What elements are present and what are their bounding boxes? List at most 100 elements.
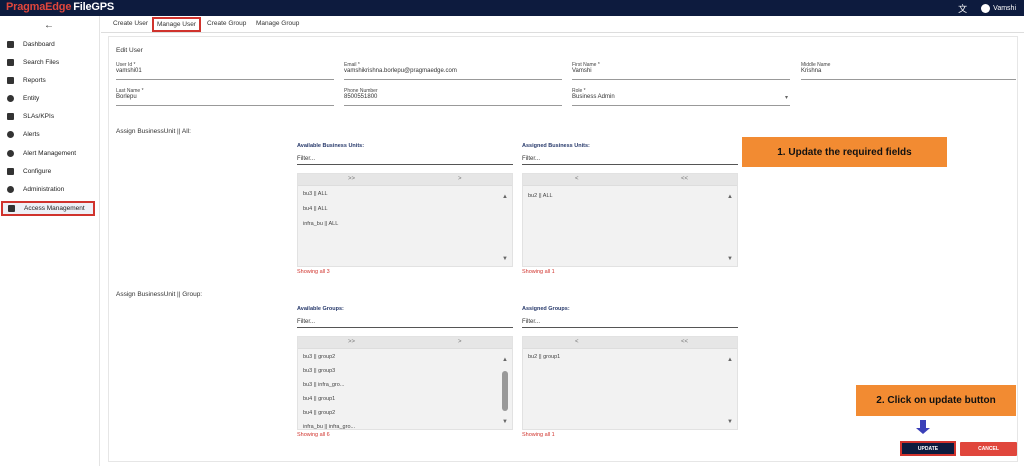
move-left-button[interactable]: < (575, 176, 579, 182)
available-bu-title: Available Business Units: (297, 143, 365, 149)
sidebar-item-alerts[interactable]: Alerts (0, 127, 100, 142)
list-icon (7, 113, 14, 120)
sidebar-item-reports[interactable]: Reports (0, 73, 100, 88)
arrow-down-icon (916, 420, 930, 434)
middle-name-field[interactable]: Middle Name Krishna (801, 62, 1016, 80)
bell-icon (7, 131, 14, 138)
assigned-groups-list: < << bu2 || group1 ▲ ▼ (522, 336, 738, 430)
field-value: 8500551800 (344, 94, 378, 100)
list-item[interactable]: infra_bu || ALL (303, 221, 338, 227)
tab-create-user[interactable]: Create User (113, 20, 148, 27)
scroll-up-icon[interactable]: ▲ (502, 357, 508, 363)
sidebar-item-administration[interactable]: Administration (0, 182, 100, 197)
assigned-bu-filter[interactable]: Filter... (522, 156, 738, 165)
group-section-title: Assign BusinessUnit || Group: (116, 291, 203, 298)
list-item[interactable]: bu2 || group1 (528, 354, 560, 360)
field-value: Vamshi (572, 68, 592, 74)
sidebar-item-label: Entity (23, 95, 40, 102)
sidebar-item-configure[interactable]: Configure (0, 164, 100, 179)
last-name-field[interactable]: Last Name * Borlepu (116, 88, 334, 106)
available-groups-list: >> > bu3 || group2 bu3 || group3 bu3 || … (297, 336, 513, 430)
sidebar: ← Dashboard Search Files Reports Entity … (0, 16, 100, 466)
phone-number-field[interactable]: Phone Number 8500551800 (344, 88, 562, 106)
list-item[interactable]: bu3 || group3 (303, 368, 335, 374)
scroll-down-icon[interactable]: ▼ (727, 256, 733, 262)
field-value: Business Admin (572, 94, 615, 100)
update-button[interactable]: UPDATE (900, 441, 956, 456)
sidebar-item-alert-management[interactable]: Alert Management (0, 146, 100, 161)
move-all-right-button[interactable]: >> (348, 176, 355, 182)
email-field[interactable]: Email * vamshikrishna.borlepu@pragmaedge… (344, 62, 562, 80)
move-right-button[interactable]: > (458, 339, 462, 345)
sidebar-item-slas[interactable]: SLAs/KPIs (0, 109, 100, 124)
available-groups-filter[interactable]: Filter... (297, 319, 513, 328)
sidebar-item-entity[interactable]: Entity (0, 91, 100, 106)
sidebar-item-label: Alerts (23, 131, 40, 138)
top-bar: PragmaEdge FileGPS 文 Vamshi (0, 0, 1024, 16)
role-select[interactable]: Role * Business Admin ▾ (572, 88, 790, 106)
tab-create-group[interactable]: Create Group (207, 20, 246, 27)
app-logo[interactable]: PragmaEdge FileGPS (6, 1, 114, 13)
brand-name: PragmaEdge (6, 1, 72, 13)
callout-click-update: 2. Click on update button (856, 385, 1016, 416)
list-controls: < << (523, 337, 737, 349)
alert-settings-icon (7, 150, 14, 157)
sidebar-item-label: SLAs/KPIs (23, 113, 55, 120)
user-menu[interactable]: Vamshi (981, 4, 1016, 13)
assigned-groups-title: Assigned Groups: (522, 306, 570, 312)
sidebar-item-label: Reports (23, 77, 46, 84)
list-item[interactable]: bu2 || ALL (528, 193, 553, 199)
assigned-groups-filter[interactable]: Filter... (522, 319, 738, 328)
sidebar-item-dashboard[interactable]: Dashboard (0, 37, 100, 52)
field-value: Borlepu (116, 94, 137, 100)
list-controls: >> > (298, 174, 512, 186)
list-item[interactable]: bu3 || ALL (303, 191, 328, 197)
list-controls: >> > (298, 337, 512, 349)
caret-down-icon: ▾ (784, 95, 788, 101)
scroll-down-icon[interactable]: ▼ (502, 419, 508, 425)
list-item[interactable]: bu4 || group2 (303, 410, 335, 416)
list-item[interactable]: infra_bu || infra_gro... (303, 424, 355, 430)
list-item[interactable]: bu4 || ALL (303, 206, 328, 212)
scroll-up-icon[interactable]: ▲ (727, 194, 733, 200)
account-circle-icon (7, 95, 14, 102)
move-left-button[interactable]: < (575, 339, 579, 345)
admin-icon (7, 186, 14, 193)
scroll-up-icon[interactable]: ▲ (727, 357, 733, 363)
back-arrow-icon[interactable]: ← (44, 20, 54, 31)
configure-icon (7, 168, 14, 175)
sidebar-item-label: Search Files (23, 59, 60, 66)
assigned-bu-list: < << bu2 || ALL ▲ ▼ (522, 173, 738, 267)
sidebar-item-label: Access Management (24, 205, 85, 212)
list-item[interactable]: bu3 || group2 (303, 354, 335, 360)
tab-manage-user[interactable]: Manage User (152, 17, 202, 32)
dashboard-icon (7, 41, 14, 48)
scroll-up-icon[interactable]: ▲ (502, 194, 508, 200)
sidebar-item-access-management[interactable]: Access Management (1, 201, 95, 216)
tab-manage-group[interactable]: Manage Group (256, 20, 299, 27)
translate-icon[interactable]: 文 (958, 2, 967, 15)
list-item[interactable]: bu4 || group1 (303, 396, 335, 402)
move-all-left-button[interactable]: << (681, 339, 688, 345)
user-name: Vamshi (993, 5, 1016, 12)
scrollbar-thumb[interactable] (502, 371, 508, 411)
user-avatar-icon (981, 4, 991, 13)
bar-chart-icon (7, 77, 14, 84)
first-name-field[interactable]: First Name * Vamshi (572, 62, 790, 80)
sidebar-item-search-files[interactable]: Search Files (0, 55, 100, 70)
product-name: FileGPS (73, 1, 115, 13)
list-item[interactable]: bu3 || infra_gro... (303, 382, 344, 388)
cancel-button[interactable]: CANCEL (960, 442, 1017, 456)
sidebar-item-label: Dashboard (23, 41, 55, 48)
bu-section-title: Assign BusinessUnit || All: (116, 128, 191, 135)
file-icon (7, 59, 14, 66)
tab-bar: Create User Manage User Create Group Man… (101, 16, 1024, 33)
user-id-field[interactable]: User Id * vamshi01 (116, 62, 334, 80)
scroll-down-icon[interactable]: ▼ (502, 256, 508, 262)
move-all-left-button[interactable]: << (681, 176, 688, 182)
available-bu-filter[interactable]: Filter... (297, 156, 513, 165)
move-right-button[interactable]: > (458, 176, 462, 182)
sidebar-item-label: Administration (23, 186, 65, 193)
move-all-right-button[interactable]: >> (348, 339, 355, 345)
scroll-down-icon[interactable]: ▼ (727, 419, 733, 425)
